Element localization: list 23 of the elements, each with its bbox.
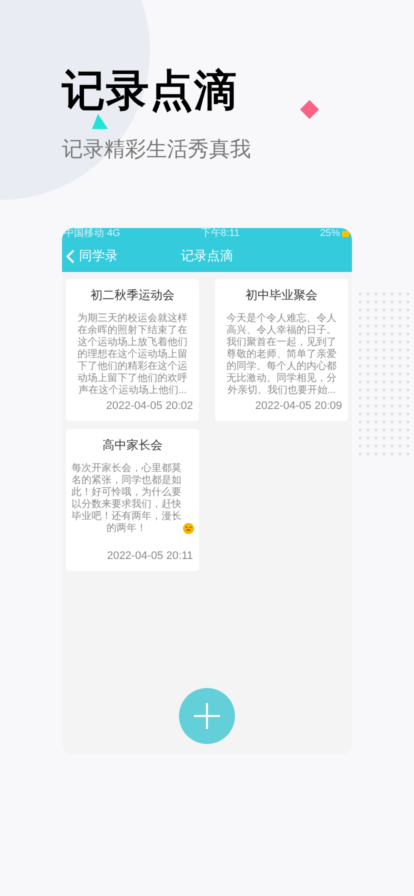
battery-text: 25% (320, 229, 340, 239)
clock-text: 下午8:11 (200, 229, 240, 239)
network-text: 4G (107, 229, 120, 239)
note-title: 初二秋季运动会 (90, 287, 174, 303)
note-title: 初中毕业聚会 (246, 287, 318, 303)
note-body: 每次开家长会，心里都莫名的紧张，同学也都是如此！好可怜哦，为什么要以分数来要求我们，赶快毕业吧！还有两年，漫长的两年！ (71, 463, 182, 535)
tagline: 记录精彩生活秀真我 (62, 137, 252, 163)
note-body: 为期三天的校运会就这样在余晖的照射下结束了在这个运动场上放飞着他们的理想在这个运动场上留下了他们的精彩在这个运动场上留下了他们的欢呼声在这个运动场上他们... (77, 313, 188, 397)
plus-icon (194, 703, 220, 729)
note-time: 2022-04-05 20:02 (106, 399, 194, 413)
chevron-left-icon (66, 248, 75, 264)
note-body: 今天是个令人难忘、令人高兴、令人幸福的日子。我们聚首在一起，见到了尊敬的老师、简单了亲爱的同学。每个人的内心都无比激动。同学相见，分外亲切。我们也要开始... (226, 313, 337, 397)
diamond-decoration (300, 100, 319, 119)
headline: 记录点滴 (62, 66, 238, 117)
note-title: 高中家长会 (102, 437, 162, 453)
note-card[interactable]: 初中毕业聚会 今天是个令人难忘、令人高兴、令人幸福的日子。我们聚首在一起，见到了尊敬的老师、简单了亲爱的同学。每个人的内心都无比激动。同学相见，分外亲切。我们也要开始... 2022-04-05 20:09 (215, 279, 348, 421)
note-card[interactable]: 高中家长会 每次开家长会，心里都莫名的紧张，同学也都是如此！好可怜哦，为什么要以分数来要求我们，赶快毕业吧！还有两年，漫长的两年！ 2022-04-05 20:11 (66, 429, 199, 571)
nav-title: 记录点滴 (181, 247, 233, 266)
note-time: 2022-04-05 20:11 (106, 549, 194, 563)
note-time: 2022-04-05 20:09 (255, 399, 343, 413)
battery-icon (342, 230, 350, 238)
note-card[interactable]: 初二秋季运动会 为期三天的校运会就这样在余晖的照射下结束了在这个运动场上放飞着他们的理想在这个运动场上留下了他们的精彩在这个运动场上留下了他们的欢呼声在这个运动场上他们... 2022-04-05 20:02 (66, 279, 199, 421)
triangle-decoration (92, 114, 108, 130)
